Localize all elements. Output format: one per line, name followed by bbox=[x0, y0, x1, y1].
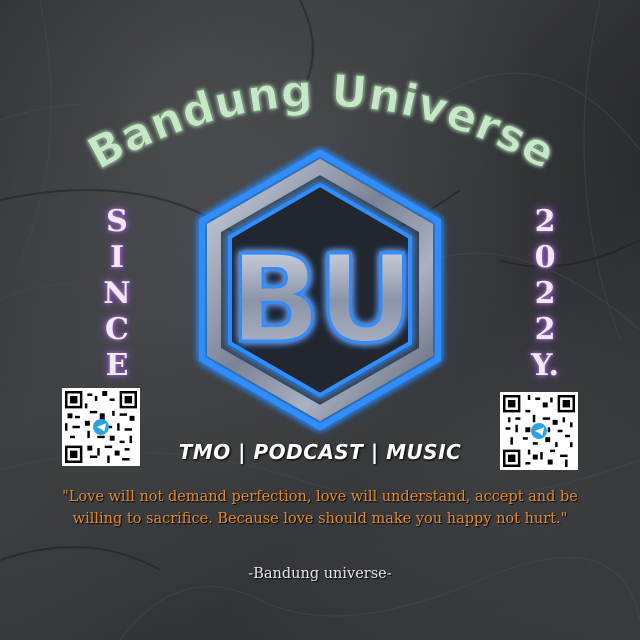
since-letter: S bbox=[106, 204, 128, 239]
signature: -Bandung universe- bbox=[248, 566, 392, 582]
logo-letters: BU bbox=[230, 231, 411, 370]
qr-code-icon bbox=[503, 395, 575, 467]
year-letter: Y. bbox=[531, 348, 559, 383]
year-letter: 2 bbox=[534, 204, 556, 239]
year-vertical-text: 2 0 2 2 Y. bbox=[525, 204, 565, 384]
since-letter: N bbox=[103, 276, 131, 311]
year-letter: 2 bbox=[534, 276, 556, 311]
quote: "Love will not demand perfection, love w… bbox=[62, 489, 578, 527]
qr-code-left[interactable] bbox=[62, 388, 140, 466]
since-vertical-text: S I N C E bbox=[97, 204, 137, 384]
tagline: TMO | PODCAST | MUSIC bbox=[178, 440, 462, 464]
poster: Bandung Universe S I N C E 2 0 2 2 Y. BU… bbox=[0, 0, 640, 640]
qr-code-right[interactable] bbox=[500, 392, 578, 470]
since-letter: I bbox=[109, 240, 125, 275]
year-letter: 0 bbox=[534, 240, 556, 275]
since-letter: C bbox=[105, 312, 129, 347]
qr-code-icon bbox=[65, 391, 137, 463]
since-letter: E bbox=[105, 348, 129, 383]
bu-logo: BU bbox=[199, 149, 441, 431]
year-letter: 2 bbox=[534, 312, 556, 347]
